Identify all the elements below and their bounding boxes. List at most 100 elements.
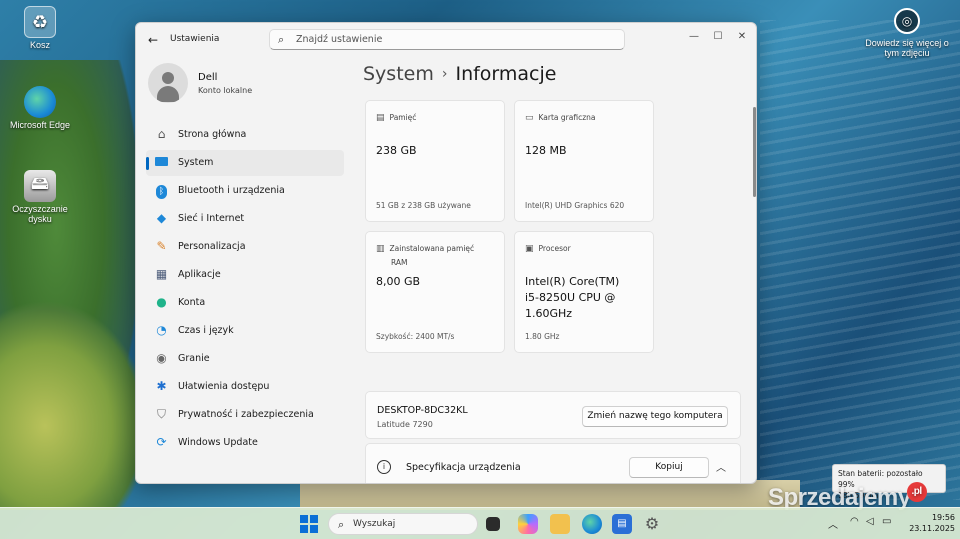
ram-value: 8,00 GB <box>376 275 421 288</box>
storage-detail: 51 GB z 238 GB używane <box>376 201 471 210</box>
close-button[interactable]: ✕ <box>727 27 756 47</box>
cpu-detail: 1.80 GHz <box>525 332 560 341</box>
gpu-card[interactable]: ▭ Karta graficzna 128 MB Intel(R) UHD Gra… <box>514 100 654 222</box>
sidebar-item-windows-update[interactable]: ⟳ Windows Update <box>146 430 344 456</box>
cpu-icon: ▣ <box>525 244 534 254</box>
user-profile[interactable]: Dell Konto lokalne <box>148 63 348 107</box>
device-spec-panel[interactable]: i Specyfikacja urządzenia Kopiuj ︿ <box>365 443 741 483</box>
storage-icon: ▤ <box>376 113 385 123</box>
sidebar-item-accessibility[interactable]: ✱ Ułatwienia dostępu <box>146 374 344 400</box>
sidebar-nav: ⌂ Strona główna System ᛒ Bluetooth i urz… <box>146 122 344 458</box>
update-icon: ⟳ <box>156 435 167 449</box>
chevron-up-icon[interactable]: ︿ <box>716 459 726 474</box>
gpu-value: 128 MB <box>525 144 567 157</box>
shield-icon: ⛉ <box>156 407 166 421</box>
wallpaper-beach <box>300 480 800 510</box>
photo-info-label: Dowiedz się więcej o tym zdjęciu <box>865 38 949 58</box>
start-button[interactable] <box>300 515 318 533</box>
search-icon: ⌕ <box>278 33 285 46</box>
desktop-icon-recycle-bin[interactable]: ♻ Kosz <box>0 6 80 50</box>
scrollbar-thumb[interactable] <box>753 107 756 197</box>
account-type: Konto lokalne <box>198 86 253 95</box>
gpu-detail: Intel(R) UHD Graphics 620 <box>525 201 625 210</box>
taskbar-search-placeholder: Wyszukaj <box>353 519 396 529</box>
wallpaper-grass <box>0 300 150 510</box>
apps-icon: ▦ <box>155 267 168 281</box>
desktop-icon-disk-cleanup[interactable]: 🖴 Oczyszczanie dysku <box>0 170 80 224</box>
settings-window: ← Ustawienia ⌕ — ☐ ✕ Dell Konto lokalne … <box>135 22 757 484</box>
breadcrumb-parent[interactable]: System <box>363 63 434 85</box>
ram-detail: Szybkość: 2400 MT/s <box>376 332 455 341</box>
sidebar-item-gaming[interactable]: ◉ Granie <box>146 346 344 372</box>
desktop-icon-edge[interactable]: Microsoft Edge <box>0 86 80 130</box>
wifi-icon: ◆ <box>156 211 167 225</box>
home-icon: ⌂ <box>157 127 166 141</box>
copy-button[interactable]: Kopiuj <box>629 457 709 478</box>
edge-icon[interactable] <box>582 514 602 534</box>
cpu-value: Intel(R) Core(TM) i5-8250U CPU @ 1.60GHz <box>525 275 620 320</box>
search-icon: ⌕ <box>338 518 345 531</box>
taskbar-search[interactable]: ⌕ Wyszukaj <box>328 513 478 535</box>
storage-value: 238 GB <box>376 144 417 157</box>
photo-info-link[interactable]: ◎ Dowiedz się więcej o tym zdjęciu <box>862 8 952 58</box>
desktop-icon-label: Kosz <box>29 40 50 50</box>
account-icon: ● <box>156 295 167 309</box>
battery-icon[interactable]: ▭ <box>882 516 891 527</box>
time-language-icon: ◔ <box>156 323 167 337</box>
title-bar: ← Ustawienia ⌕ — ☐ ✕ <box>136 23 756 55</box>
copilot-icon[interactable] <box>518 514 538 534</box>
sidebar-item-home[interactable]: ⌂ Strona główna <box>146 122 344 148</box>
sidebar-item-bluetooth[interactable]: ᛒ Bluetooth i urządzenia <box>146 178 344 204</box>
accessibility-icon: ✱ <box>156 379 167 393</box>
settings-gear-icon[interactable]: ⚙ <box>642 514 662 534</box>
disk-cleanup-icon: 🖴 <box>24 170 56 202</box>
page-title: Informacje <box>455 63 557 85</box>
ram-icon: ▥ <box>376 244 385 254</box>
ram-heading: Zainstalowana pamięć <box>389 244 475 253</box>
file-explorer-icon[interactable] <box>550 514 570 534</box>
sidebar-item-personalization[interactable]: ✎ Personalizacja <box>146 234 344 260</box>
app-title: Ustawienia <box>170 34 220 44</box>
tray-chevron-up-icon[interactable]: ︿ <box>828 516 838 531</box>
avatar <box>148 63 188 103</box>
ram-heading-line2: RAM <box>391 258 408 267</box>
volume-icon[interactable]: ◁ <box>866 516 874 527</box>
clock[interactable]: 19:56 23.11.2025 <box>903 512 955 534</box>
device-spec-title: Specyfikacja urządzenia <box>406 462 521 473</box>
settings-search-input[interactable] <box>296 32 616 47</box>
sidebar-item-system[interactable]: System <box>146 150 344 176</box>
sidebar-item-privacy[interactable]: ⛉ Prywatność i zabezpieczenia <box>146 402 344 428</box>
bluetooth-icon: ᛒ <box>154 183 169 199</box>
rename-pc-button[interactable]: Zmień nazwę tego komputera <box>582 406 728 427</box>
sidebar-item-accounts[interactable]: ● Konta <box>146 290 344 316</box>
storage-card[interactable]: ▤ Pamięć 238 GB 51 GB z 238 GB używane <box>365 100 505 222</box>
task-view-icon[interactable] <box>486 517 500 531</box>
user-name: Dell <box>198 72 218 83</box>
brush-icon: ✎ <box>156 239 167 253</box>
wallpaper-waves <box>760 20 960 500</box>
ram-card[interactable]: ▥ Zainstalowana pamięć RAM 8,00 GB Szybko… <box>365 231 505 353</box>
clock-date: 23.11.2025 <box>909 524 955 533</box>
wifi-tray-icon[interactable]: ◠ <box>850 516 859 527</box>
edge-icon <box>24 86 56 118</box>
sidebar-item-network[interactable]: ◆ Sieć i Internet <box>146 206 344 232</box>
recycle-bin-icon: ♻ <box>24 6 56 38</box>
cpu-card[interactable]: ▣ Procesor Intel(R) Core(TM) i5-8250U CPU… <box>514 231 654 353</box>
clock-time: 19:56 <box>931 513 955 522</box>
breadcrumb: System › Informacje <box>363 63 556 85</box>
sidebar-item-apps[interactable]: ▦ Aplikacje <box>146 262 344 288</box>
breadcrumb-separator: › <box>441 66 448 82</box>
sidebar-item-time-language[interactable]: ◔ Czas i język <box>146 318 344 344</box>
system-display-icon <box>154 155 169 170</box>
taskbar: ⌕ Wyszukaj ▤ ⚙ ︿ ◠ ◁ ▭ 19:56 23.11.2025 <box>0 507 960 539</box>
settings-search-box[interactable]: ⌕ <box>269 29 625 50</box>
device-name: DESKTOP-8DC32KL <box>377 405 468 416</box>
store-icon[interactable]: ▤ <box>612 514 632 534</box>
camera-info-icon: ◎ <box>894 8 920 34</box>
gpu-heading: Karta graficzna <box>538 113 596 122</box>
back-arrow-icon[interactable]: ← <box>144 31 162 49</box>
gamepad-icon: ◉ <box>156 351 167 365</box>
gpu-icon: ▭ <box>525 113 534 123</box>
info-icon: i <box>377 460 391 474</box>
device-name-panel: DESKTOP-8DC32KL Latitude 7290 Zmień nazw… <box>365 391 741 439</box>
